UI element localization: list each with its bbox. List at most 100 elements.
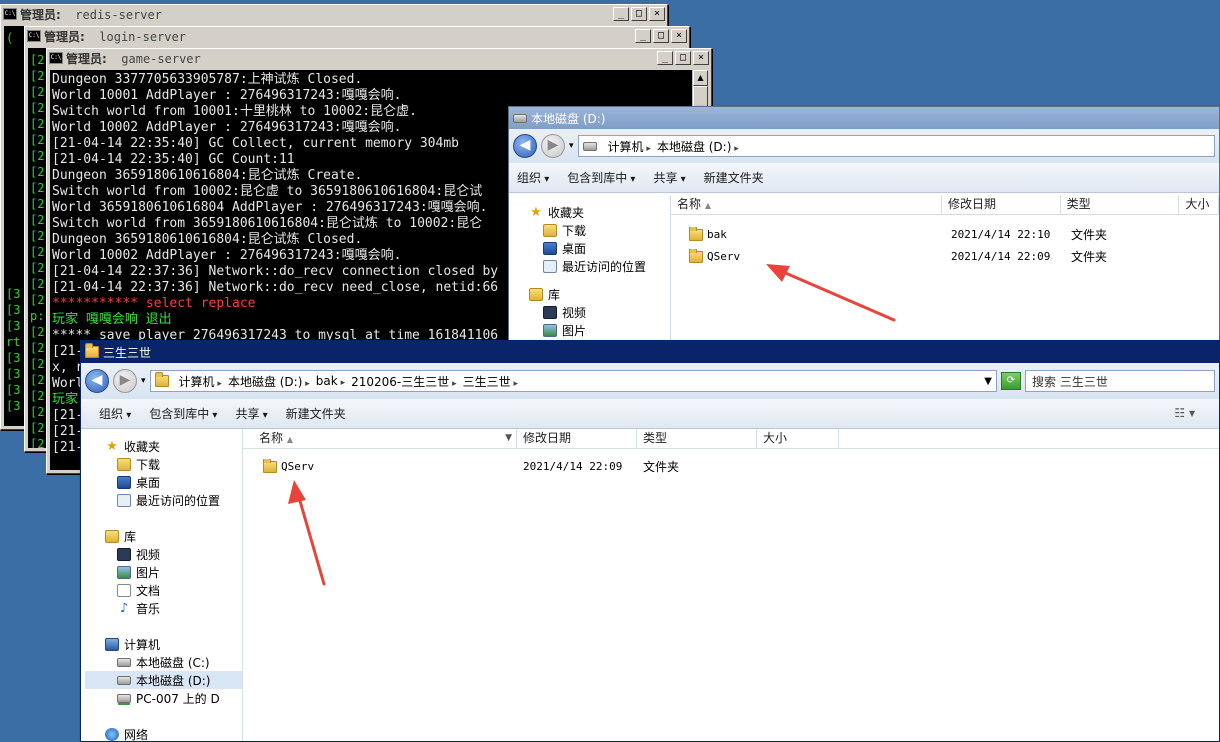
organize-button[interactable]: 组织 (517, 169, 549, 186)
minimize-button[interactable]: _ (635, 29, 651, 43)
window-title-prefix: 管理员: (66, 51, 107, 66)
column-header-date[interactable]: 修改日期 (942, 195, 1061, 214)
window-title: 三生三世 (103, 345, 152, 360)
share-button[interactable]: 共享 (235, 405, 267, 422)
maximize-button[interactable]: □ (653, 29, 669, 43)
maximize-button[interactable]: □ (675, 51, 691, 65)
picture-icon (117, 565, 131, 579)
explorer-window-drive-d[interactable]: 本地磁盘 (D:) ◀ ▶ ▾ 计算机 本地磁盘 (D:) 组织 包含到库中 共… (508, 106, 1220, 346)
nav-item-documents[interactable]: 文档 (85, 581, 242, 599)
nav-item-downloads[interactable]: 下载 (85, 455, 242, 473)
maximize-button[interactable]: □ (631, 7, 647, 21)
close-button[interactable]: × (693, 51, 709, 65)
address-bar[interactable]: 计算机 本地磁盘 (D:) (577, 135, 1215, 157)
nav-item-music[interactable]: ♪ 音乐 (85, 599, 242, 617)
title-bar[interactable]: 本地磁盘 (D:) (509, 107, 1219, 129)
back-arrow-icon[interactable]: ◀ (85, 369, 109, 393)
include-in-library-button[interactable]: 包含到库中 (149, 405, 217, 422)
nav-item-drive-d[interactable]: 本地磁盘 (D:) (85, 671, 242, 689)
column-header-type[interactable]: 类型 (637, 429, 757, 448)
console-line: [3 (6, 319, 21, 333)
folder-icon (85, 343, 99, 358)
nav-item-favorites[interactable]: ★ 收藏夹 (529, 203, 670, 221)
include-in-library-button[interactable]: 包含到库中 (567, 169, 635, 186)
close-button[interactable]: × (649, 7, 665, 21)
title-bar[interactable]: C:\ 管理员: redis-server _ □ × (1, 5, 667, 23)
organize-button[interactable]: 组织 (99, 405, 131, 422)
forward-arrow-icon[interactable]: ▶ (541, 134, 565, 158)
column-header-name[interactable]: 名称 ▲ ▼ (243, 429, 517, 448)
column-header-name[interactable]: 名称 ▲ (671, 195, 942, 214)
nav-item-pictures[interactable]: 图片 (85, 563, 242, 581)
column-header-size[interactable]: 大小 (1179, 195, 1219, 214)
title-bar[interactable]: C:\ 管理员: login-server _ □ × (25, 27, 689, 45)
forward-arrow-icon[interactable]: ▶ (113, 369, 137, 393)
breadcrumb-segment[interactable]: 三生三世 (463, 373, 518, 390)
title-bar[interactable]: 三生三世 (81, 341, 1219, 363)
console-line: Dungeon 3377705633905787:上神试炼 Closed. (52, 72, 363, 87)
nav-item-desktop[interactable]: 桌面 (85, 473, 242, 491)
column-headers: 名称 ▲ ▼ 修改日期 类型 大小 (243, 429, 1219, 449)
nav-item-favorites[interactable]: ★ 收藏夹 (85, 437, 242, 455)
file-list: 名称 ▲ ▼ 修改日期 类型 大小 QServ 2021/4/14 22:09 文… (243, 429, 1219, 741)
minimize-button[interactable]: _ (613, 7, 629, 21)
address-bar[interactable]: 计算机 本地磁盘 (D:) bak 210206-三生三世 三生三世 ▼ (149, 370, 997, 392)
breadcrumb-segment[interactable]: 210206-三生三世 (351, 373, 457, 390)
title-bar[interactable]: C:\ 管理员: game-server _ □ × (47, 49, 711, 67)
nav-item-libraries[interactable]: 库 (85, 527, 242, 545)
breadcrumb-segment[interactable]: 计算机 (179, 373, 222, 390)
console-line: [3 (6, 383, 21, 397)
picture-icon (543, 323, 557, 337)
nav-item-recent-places[interactable]: 最近访问的位置 (529, 257, 670, 275)
address-dropdown-icon[interactable]: ▼ (984, 376, 992, 387)
folder-icon (689, 227, 703, 241)
nav-item-pictures[interactable]: 图片 (529, 321, 670, 339)
nav-item-desktop[interactable]: 桌面 (529, 239, 670, 257)
drive-c-icon (117, 657, 131, 667)
nav-item-network[interactable]: 网络 (85, 725, 242, 742)
share-button[interactable]: 共享 (653, 169, 685, 186)
nav-item-downloads[interactable]: 下载 (529, 221, 670, 239)
explorer-window-sanshengsanshi[interactable]: 三生三世 ◀ ▶ ▾ 计算机 本地磁盘 (D:) bak 210206-三生三世… (80, 340, 1220, 742)
recent-pages-chevron-icon[interactable]: ▾ (141, 376, 146, 386)
document-icon (117, 583, 131, 597)
nav-item-computer[interactable]: 计算机 (85, 635, 242, 653)
file-row[interactable]: bak 2021/4/14 22:10 文件夹 (671, 223, 1219, 245)
search-input[interactable]: 搜索 三生三世 (1025, 370, 1215, 392)
column-filter-icon[interactable]: ▼ (505, 429, 512, 448)
nav-item-drive-c[interactable]: 本地磁盘 (C:) (85, 653, 242, 671)
close-button[interactable]: × (671, 29, 687, 43)
breadcrumb-segment[interactable]: 本地磁盘 (D:) (228, 373, 310, 390)
column-header-size[interactable]: 大小 (757, 429, 839, 448)
folder-icon (154, 372, 169, 387)
file-row[interactable]: QServ 2021/4/14 22:09 文件夹 (243, 455, 1219, 477)
nav-item-videos[interactable]: 视频 (529, 303, 670, 321)
column-header-date[interactable]: 修改日期 (517, 429, 637, 448)
nav-item-videos[interactable]: 视频 (85, 545, 242, 563)
nav-item-recent-places[interactable]: 最近访问的位置 (85, 491, 242, 509)
nav-item-label: 网络 (124, 727, 149, 742)
back-arrow-icon[interactable]: ◀ (513, 134, 537, 158)
new-folder-button[interactable]: 新建文件夹 (286, 405, 346, 422)
new-folder-button[interactable]: 新建文件夹 (704, 169, 764, 186)
nav-item-libraries[interactable]: 库 (529, 285, 670, 303)
minimize-button[interactable]: _ (657, 51, 673, 65)
breadcrumb-segment[interactable]: 计算机 (608, 138, 651, 155)
command-bar: 组织 包含到库中 共享 新建文件夹 ☷ ▾ (81, 399, 1219, 429)
file-row[interactable]: QServ 2021/4/14 22:09 文件夹 (671, 245, 1219, 267)
column-label: 名称 (677, 197, 702, 211)
recent-pages-chevron-icon[interactable]: ▾ (569, 141, 574, 151)
scroll-up-arrow-icon[interactable]: ▲ (693, 70, 708, 86)
breadcrumb-segment[interactable]: bak (316, 374, 345, 388)
breadcrumb-segment[interactable]: 本地磁盘 (D:) (657, 138, 739, 155)
refresh-icon[interactable]: ⟳ (1001, 372, 1021, 390)
column-header-type[interactable]: 类型 (1061, 195, 1180, 214)
nav-item-network-drive[interactable]: PC-007 上的 D (85, 689, 242, 707)
nav-item-label: 最近访问的位置 (562, 259, 647, 274)
view-options-icon[interactable]: ☷ ▾ (1174, 406, 1195, 420)
nav-item-label: 下载 (136, 457, 161, 472)
